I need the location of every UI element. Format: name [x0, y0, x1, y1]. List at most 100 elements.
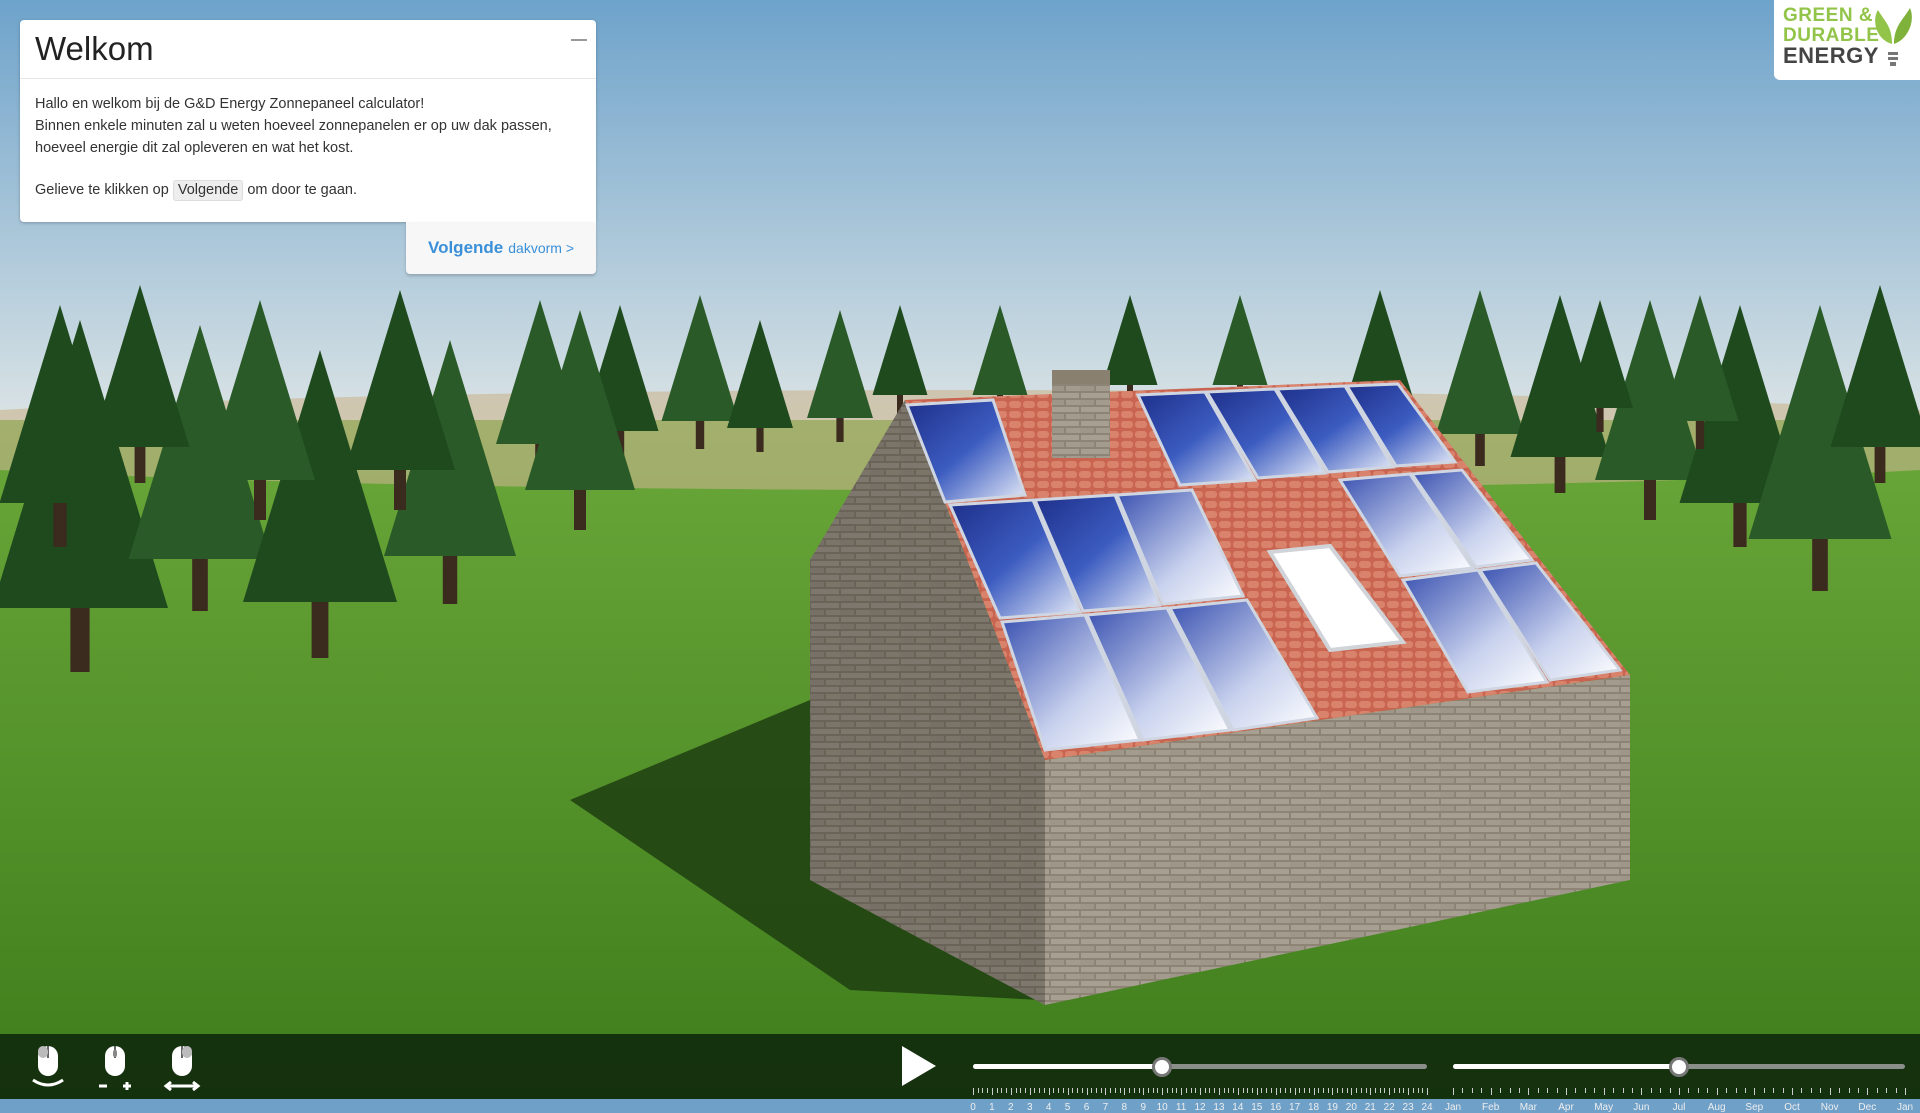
- slider-tick: [1299, 1088, 1300, 1093]
- slider-label: 5: [1065, 1102, 1071, 1113]
- slider-tick: [987, 1088, 988, 1093]
- slider-tick: [1332, 1088, 1333, 1095]
- slider-tick: [1072, 1088, 1073, 1093]
- slider-tick: [1233, 1088, 1234, 1093]
- slider-label: Jan: [1445, 1102, 1461, 1113]
- slider-tick: [1200, 1088, 1201, 1095]
- slider-tick: [1820, 1088, 1821, 1093]
- slider-label: Dec: [1858, 1102, 1876, 1113]
- slider-tick: [1342, 1088, 1343, 1093]
- slider-tick: [1585, 1088, 1586, 1093]
- slider-tick: [1134, 1088, 1135, 1093]
- instruction-key: Volgende: [173, 180, 243, 201]
- slider-tick: [1641, 1088, 1642, 1095]
- play-icon: [902, 1046, 936, 1086]
- slider-tick: [1858, 1088, 1859, 1093]
- slider-tick: [1120, 1088, 1121, 1093]
- slider-tick: [1314, 1088, 1315, 1095]
- slider-tick: [1228, 1088, 1229, 1093]
- slider-label: Feb: [1482, 1102, 1499, 1113]
- slider-tick: [1830, 1088, 1831, 1095]
- slider-label: 6: [1084, 1102, 1090, 1113]
- play-button[interactable]: [898, 1044, 938, 1088]
- slider-tick: [1366, 1088, 1367, 1093]
- mouse-rotate-icon[interactable]: [28, 1044, 68, 1092]
- slider-tick: [1773, 1088, 1774, 1093]
- slider-tick: [1337, 1088, 1338, 1093]
- slider-label: 2: [1008, 1102, 1014, 1113]
- slider-tick: [1500, 1088, 1501, 1093]
- slider-tick: [1148, 1088, 1149, 1093]
- slider-tick: [1304, 1088, 1305, 1093]
- month-slider[interactable]: JanFebMarAprMayJunJulAugSepOctNovDecJan: [1453, 1052, 1905, 1102]
- slider-tick: [1575, 1088, 1576, 1093]
- slider-label: Oct: [1784, 1102, 1800, 1113]
- hour-slider[interactable]: 0123456789101112131415161718192021222324: [973, 1052, 1427, 1102]
- slider-tick: [1370, 1088, 1371, 1095]
- slider-tick: [1403, 1088, 1404, 1093]
- slider-tick: [1384, 1088, 1385, 1093]
- slider-tick: [1538, 1088, 1539, 1093]
- slider-tick: [1039, 1088, 1040, 1093]
- slider-tick: [1347, 1088, 1348, 1093]
- slider-tick: [1491, 1088, 1492, 1095]
- slider-tick: [1205, 1088, 1206, 1093]
- slider-tick: [1167, 1088, 1168, 1093]
- panel-title: Welkom: [35, 30, 154, 68]
- slider-tick: [1566, 1088, 1567, 1095]
- hour-slider-thumb[interactable]: [1152, 1057, 1172, 1077]
- slider-tick: [1058, 1088, 1059, 1093]
- slider-tick: [1077, 1088, 1078, 1093]
- mouse-zoom-icon[interactable]: [95, 1044, 135, 1092]
- welcome-panel: Welkom Hallo en welkom bij de G&D Energy…: [20, 20, 596, 222]
- slider-label: 8: [1122, 1102, 1128, 1113]
- slider-label: 16: [1270, 1102, 1281, 1113]
- slider-tick: [978, 1088, 979, 1093]
- slider-tick: [1181, 1088, 1182, 1095]
- slider-tick: [1896, 1088, 1897, 1093]
- slider-tick: [1034, 1088, 1035, 1093]
- slider-tick: [1594, 1088, 1595, 1093]
- slider-label: Aug: [1708, 1102, 1726, 1113]
- slider-tick: [1266, 1088, 1267, 1093]
- slider-tick: [1886, 1088, 1887, 1093]
- slider-tick: [1162, 1088, 1163, 1095]
- slider-tick: [1091, 1088, 1092, 1093]
- slider-tick: [1422, 1088, 1423, 1093]
- slider-tick: [1243, 1088, 1244, 1093]
- slider-label: 0: [970, 1102, 976, 1113]
- slider-tick: [1613, 1088, 1614, 1093]
- slider-tick: [1143, 1088, 1144, 1095]
- slider-label: 3: [1027, 1102, 1033, 1113]
- next-button[interactable]: Volgende dakvorm >: [406, 222, 596, 274]
- slider-tick: [1290, 1088, 1291, 1093]
- slider-label: 20: [1346, 1102, 1357, 1113]
- slider-tick: [1219, 1088, 1220, 1095]
- slider-label: 18: [1308, 1102, 1319, 1113]
- slider-tick: [1688, 1088, 1689, 1093]
- month-slider-thumb[interactable]: [1669, 1057, 1689, 1077]
- slider-tick: [992, 1088, 993, 1095]
- slider-tick: [1462, 1088, 1463, 1093]
- slider-label: Jun: [1633, 1102, 1649, 1113]
- slider-label: 9: [1140, 1102, 1146, 1113]
- slider-tick: [1651, 1088, 1652, 1093]
- slider-label: 1: [989, 1102, 995, 1113]
- slider-tick: [1252, 1088, 1253, 1093]
- slider-label: 23: [1403, 1102, 1414, 1113]
- slider-tick: [1413, 1088, 1414, 1093]
- slider-tick: [1905, 1088, 1906, 1095]
- minimize-icon[interactable]: [570, 34, 588, 46]
- slider-tick: [1006, 1088, 1007, 1093]
- slider-tick: [1394, 1088, 1395, 1093]
- slider-label: 24: [1421, 1102, 1432, 1113]
- slider-label: Jan: [1897, 1102, 1913, 1113]
- slider-tick: [1707, 1088, 1708, 1093]
- slider-tick: [1209, 1088, 1210, 1093]
- slider-tick: [1271, 1088, 1272, 1093]
- mouse-pan-icon[interactable]: [162, 1044, 202, 1092]
- slider-tick: [1115, 1088, 1116, 1093]
- logo-text: GREEN & DURABLE ENERGY: [1783, 6, 1879, 66]
- slider-tick: [1736, 1088, 1737, 1093]
- next-button-sub: dakvorm >: [508, 240, 574, 256]
